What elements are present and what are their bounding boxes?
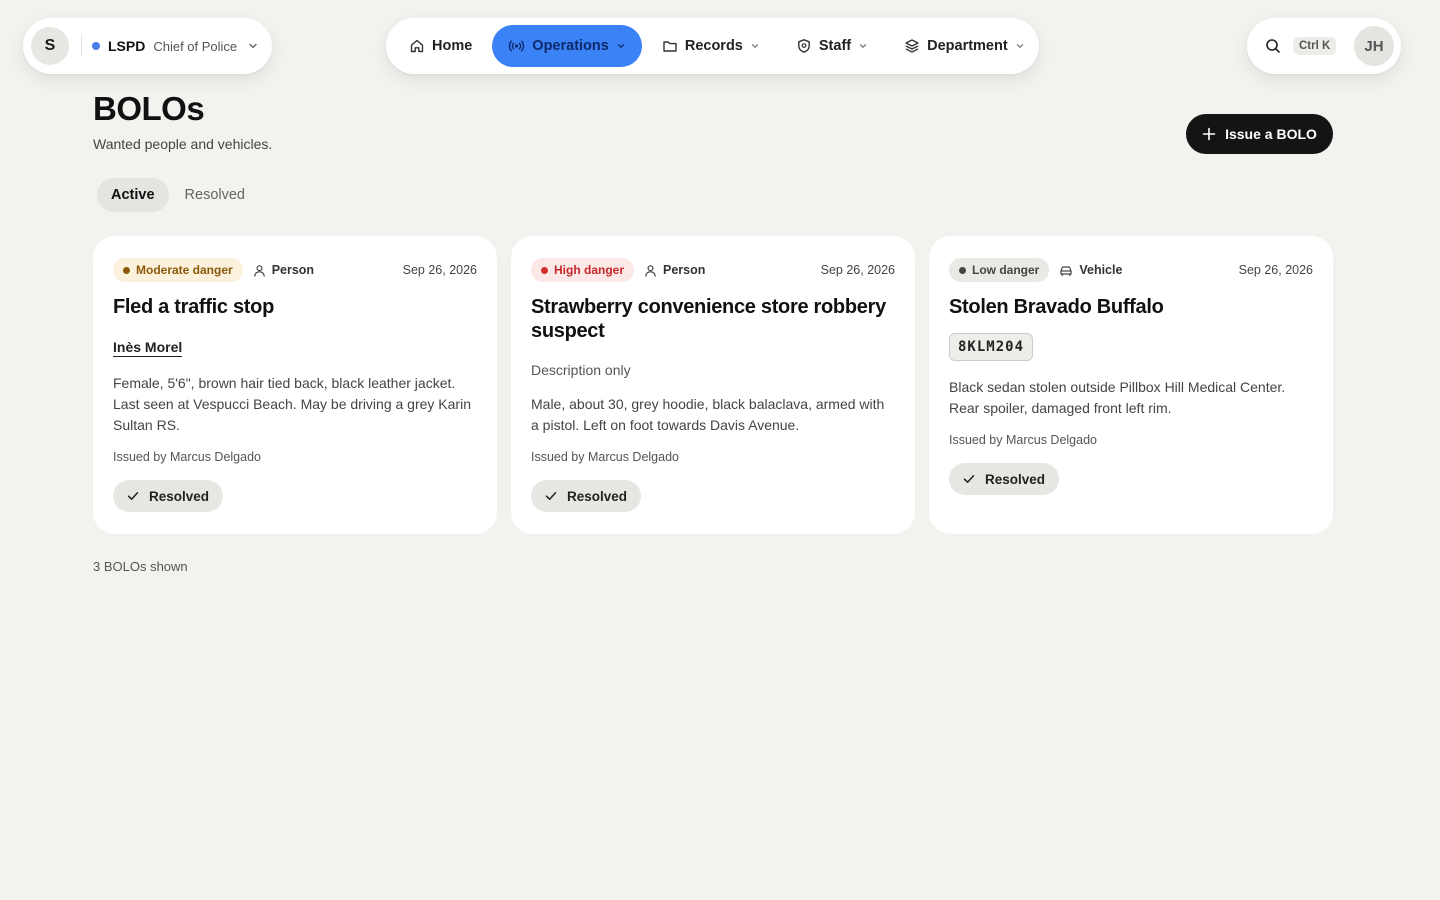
nav-item-staff[interactable]: Staff xyxy=(780,25,884,67)
resolve-button[interactable]: Resolved xyxy=(113,480,224,512)
search-icon[interactable] xyxy=(1265,38,1281,54)
nav-item-operations[interactable]: Operations xyxy=(492,25,642,67)
danger-badge: High danger xyxy=(531,258,635,282)
status-tabs: Active Resolved xyxy=(97,178,259,212)
org-name: LSPD xyxy=(108,38,146,54)
bolo-title: Fled a traffic stop xyxy=(113,296,274,318)
nav-item-label: Department xyxy=(927,38,1008,54)
bolo-kind-label: Person xyxy=(271,263,315,277)
bolo-description: Female, 5'6", brown hair tied back, blac… xyxy=(113,375,471,433)
danger-dot xyxy=(541,266,548,274)
results-count: 3 BOLOs shown xyxy=(93,559,188,574)
person-icon xyxy=(644,264,657,277)
resolve-label: Resolved xyxy=(567,488,628,504)
shield-icon xyxy=(796,38,812,54)
org-divider xyxy=(81,35,82,57)
chevron-down-icon xyxy=(247,40,259,52)
broadcast-icon xyxy=(508,38,525,54)
danger-dot xyxy=(959,266,966,274)
car-icon xyxy=(1059,264,1073,277)
org-avatar: S xyxy=(31,27,69,65)
folder-icon xyxy=(662,38,678,54)
user-avatar[interactable]: JH xyxy=(1354,26,1394,66)
bolo-date: Sep 26, 2026 xyxy=(1238,263,1313,277)
nav-item-home[interactable]: Home xyxy=(393,25,488,67)
issue-bolo-button[interactable]: Issue a BOLO xyxy=(1186,114,1333,154)
page-subtitle: Wanted people and vehicles. xyxy=(93,136,273,152)
danger-badge: Moderate danger xyxy=(113,258,243,282)
bolo-card: High danger Person Sep 26, 2026 Strawber… xyxy=(511,236,915,534)
nav-item-label: Records xyxy=(684,38,743,54)
chevron-down-icon xyxy=(1015,41,1025,51)
utility-bar: Ctrl K JH xyxy=(1247,18,1401,74)
bolo-date: Sep 26, 2026 xyxy=(402,263,477,277)
nav-item-department[interactable]: Department xyxy=(888,25,1041,67)
danger-badge: Low danger xyxy=(949,258,1050,282)
issue-bolo-label: Issue a BOLO xyxy=(1225,126,1317,142)
check-icon xyxy=(126,489,140,503)
nav-item-records[interactable]: Records xyxy=(646,25,776,67)
resolve-label: Resolved xyxy=(149,488,210,504)
bolo-kind: Person xyxy=(644,263,705,277)
resolve-label: Resolved xyxy=(985,471,1046,487)
nav-item-label: Operations xyxy=(532,38,609,54)
org-status-dot xyxy=(92,42,100,50)
nav-item-label: Home xyxy=(432,38,473,54)
bolo-description: Black sedan stolen outside Pillbox Hill … xyxy=(949,379,1286,416)
bolo-kind: Vehicle xyxy=(1059,263,1122,277)
home-icon xyxy=(409,38,425,54)
danger-label: Low danger xyxy=(972,263,1040,277)
tab-active[interactable]: Active xyxy=(97,178,169,212)
issued-by: Issued by Marcus Delgado xyxy=(113,450,261,464)
layers-icon xyxy=(904,38,920,54)
issued-by: Issued by Marcus Delgado xyxy=(531,450,679,464)
check-icon xyxy=(544,489,558,503)
bolo-card: Moderate danger Person Sep 26, 2026 Fled… xyxy=(93,236,497,534)
danger-label: High danger xyxy=(554,263,625,277)
bolo-description: Male, about 30, grey hoodie, black balac… xyxy=(531,396,885,433)
issued-by: Issued by Marcus Delgado xyxy=(949,433,1097,447)
bolo-kind-label: Vehicle xyxy=(1079,263,1123,277)
org-role: Chief of Police xyxy=(153,38,238,54)
tab-resolved[interactable]: Resolved xyxy=(171,178,259,212)
subject-note: Description only xyxy=(531,362,631,378)
check-icon xyxy=(962,472,976,486)
bolo-date: Sep 26, 2026 xyxy=(820,263,895,277)
page-title: BOLOs xyxy=(93,90,205,127)
chevron-down-icon xyxy=(750,41,760,51)
bolo-title: Strawberry convenience store robbery sus… xyxy=(531,296,886,342)
chevron-down-icon xyxy=(616,41,626,51)
resolve-button[interactable]: Resolved xyxy=(949,463,1060,495)
bolo-kind: Person xyxy=(253,263,314,277)
org-switcher[interactable]: S LSPD Chief of Police xyxy=(23,18,272,74)
nav-item-label: Staff xyxy=(818,38,852,54)
main-nav: Home Operations Records Staff Department xyxy=(386,18,1039,74)
person-icon xyxy=(253,264,266,277)
search-shortcut[interactable]: Ctrl K xyxy=(1293,37,1337,55)
bolo-kind-label: Person xyxy=(663,263,706,277)
danger-dot xyxy=(123,266,130,274)
chevron-down-icon xyxy=(858,41,868,51)
bolo-title: Stolen Bravado Buffalo xyxy=(949,296,1164,318)
subject-link[interactable]: Inès Morel xyxy=(113,339,183,357)
resolve-button[interactable]: Resolved xyxy=(531,480,642,512)
plus-icon xyxy=(1202,127,1216,141)
danger-label: Moderate danger xyxy=(136,263,233,277)
license-plate: 8KLM204 xyxy=(949,333,1034,361)
bolo-card: Low danger Vehicle Sep 26, 2026 Stolen B… xyxy=(929,236,1333,534)
